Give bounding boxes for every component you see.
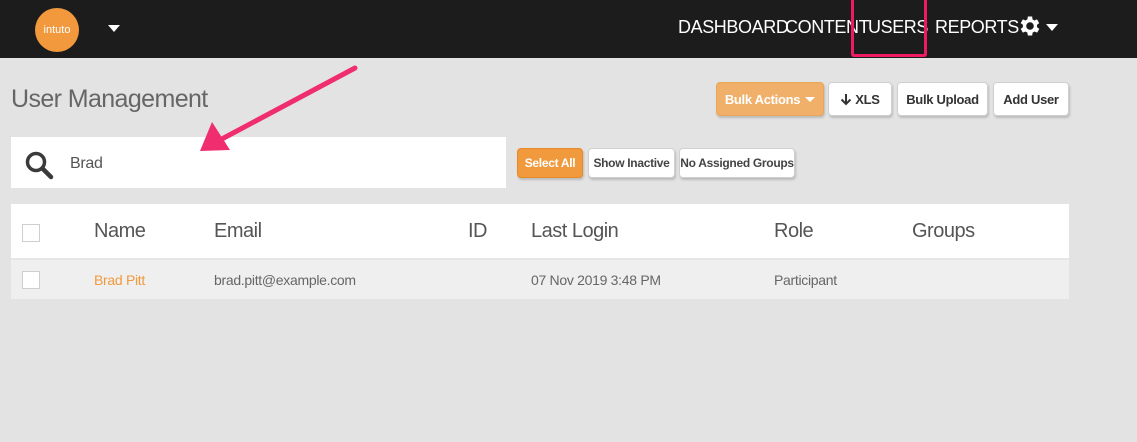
chevron-down-icon[interactable] [108,25,120,32]
show-inactive-label: Show Inactive [593,156,670,170]
gear-icon[interactable] [1017,13,1043,39]
top-nav-bar: intuto DASHBOARD CONTENT USERS REPORTS [0,0,1137,58]
caret-down-icon [805,96,816,102]
select-all-checkbox[interactable] [22,224,40,242]
column-header-groups[interactable]: Groups [912,220,975,243]
user-email: brad.pitt@example.com [214,272,356,288]
user-last-login: 07 Nov 2019 3:48 PM [531,272,661,288]
logo-text: intuto [43,24,71,36]
select-all-label: Select All [524,156,576,170]
users-highlight-box [851,0,927,57]
column-header-name[interactable]: Name [94,220,146,243]
table-header: Name Email ID Last Login Role Groups [11,204,1069,260]
intuto-logo[interactable]: intuto [35,8,79,52]
bulk-upload-button[interactable]: Bulk Upload [897,82,988,116]
search-icon [25,151,54,180]
add-user-button[interactable]: Add User [993,82,1069,116]
export-xls-button[interactable]: XLS [828,82,892,116]
row-checkbox[interactable] [22,271,40,289]
page-title: User Management [11,85,208,113]
bulk-actions-label: Bulk Actions [724,91,801,107]
no-assigned-groups-label: No Assigned Groups [680,156,794,170]
show-inactive-button[interactable]: Show Inactive [588,148,675,178]
add-user-label: Add User [1003,91,1059,107]
users-table: Name Email ID Last Login Role Groups Bra… [11,204,1069,299]
xls-label: XLS [855,91,880,107]
annotation-arrow-icon [200,65,358,151]
column-header-role[interactable]: Role [774,220,814,243]
column-header-id[interactable]: ID [468,220,488,243]
user-name-link[interactable]: Brad Pitt [94,272,145,288]
column-header-email[interactable]: Email [214,220,262,243]
nav-dashboard[interactable]: DASHBOARD [678,17,789,38]
no-assigned-groups-button[interactable]: No Assigned Groups [679,148,795,178]
user-role: Participant [774,272,837,288]
column-header-last-login[interactable]: Last Login [531,220,619,243]
arrow-down-icon [841,93,852,105]
table-row: Brad Pitt brad.pitt@example.com 07 Nov 2… [11,260,1069,299]
bulk-upload-label: Bulk Upload [906,91,979,107]
bulk-actions-button[interactable]: Bulk Actions [716,82,824,116]
nav-reports[interactable]: REPORTS [935,17,1019,38]
select-all-button[interactable]: Select All [517,148,583,178]
settings-chevron-down-icon[interactable] [1046,24,1058,31]
